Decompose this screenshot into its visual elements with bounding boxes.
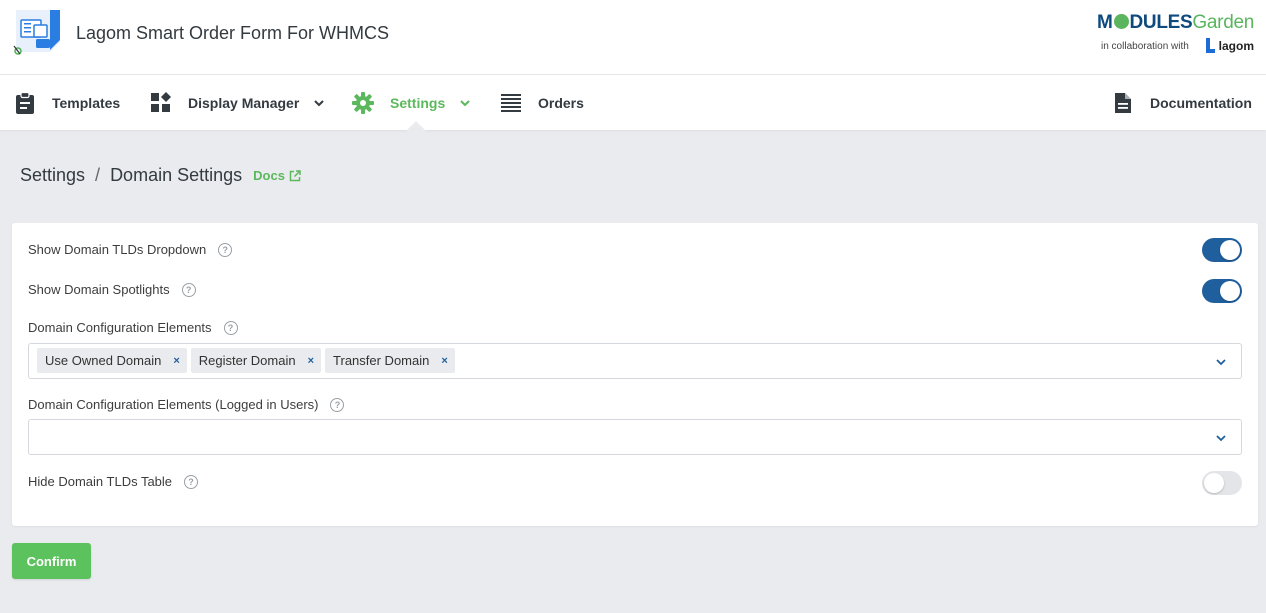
app-logo-icon (12, 10, 62, 60)
brand-m: M (1096, 12, 1113, 33)
show-spotlights-toggle[interactable] (1202, 279, 1242, 303)
brand-garden: Garden (1192, 12, 1254, 33)
config-elements-logged-label: Domain Configuration Elements (Logged in… (28, 397, 319, 412)
hide-tlds-table-toggle[interactable] (1202, 471, 1242, 495)
remove-tag-icon[interactable]: × (173, 355, 179, 367)
brand-collab-text: in collaboration with (1101, 41, 1189, 52)
config-elements-row: Domain Configuration Elements ? (28, 320, 238, 335)
breadcrumb-separator: / (95, 165, 101, 185)
hide-tlds-table-row: Hide Domain TLDs Table ? (28, 474, 199, 489)
tag-use-owned-domain: Use Owned Domain × (37, 348, 187, 373)
breadcrumb: Settings / Domain Settings Docs (20, 165, 301, 186)
chevron-down-icon (313, 97, 325, 109)
chevron-down-icon (459, 97, 471, 109)
app-header: Lagom Smart Order Form For WHMCS M DULESG… (0, 0, 1266, 75)
brand-wordmark: M DULESGarden (1097, 12, 1254, 34)
help-icon[interactable]: ? (181, 282, 196, 297)
document-icon (1112, 92, 1134, 114)
modulesgarden-logo: M DULESGarden in collaboration with lagom (1097, 12, 1256, 58)
page-title: Domain Settings (110, 165, 243, 185)
nav-display-manager-label: Display Manager (188, 94, 300, 111)
docs-link[interactable]: Docs (253, 168, 301, 183)
widgets-icon (150, 91, 172, 114)
clipboard-icon (14, 91, 36, 114)
tag-label: Transfer Domain (333, 353, 430, 368)
nav-display-manager[interactable]: Display Manager (150, 75, 325, 130)
chevron-down-icon (1216, 359, 1226, 366)
tag-label: Use Owned Domain (45, 353, 162, 368)
help-icon[interactable]: ? (223, 320, 238, 335)
lagom-logo: lagom (1205, 38, 1254, 53)
show-tlds-dropdown-row: Show Domain TLDs Dropdown ? (28, 242, 233, 257)
external-link-icon (289, 169, 301, 181)
show-tlds-dropdown-toggle[interactable] (1202, 238, 1242, 262)
breadcrumb-parent[interactable]: Settings (20, 165, 85, 186)
nav-documentation[interactable]: Documentation (1112, 75, 1252, 130)
config-elements-select[interactable]: Use Owned Domain × Register Domain × Tra… (28, 343, 1242, 379)
globe-icon (1113, 14, 1129, 29)
config-elements-label: Domain Configuration Elements (28, 320, 212, 335)
hide-tlds-table-label: Hide Domain TLDs Table (28, 474, 173, 489)
nav-settings[interactable]: Settings (352, 75, 471, 130)
lagom-mark-icon (1205, 38, 1215, 53)
list-icon (500, 92, 522, 114)
nav-orders-label: Orders (538, 94, 584, 111)
nav-templates[interactable]: Templates (14, 75, 120, 130)
nav-documentation-label: Documentation (1150, 94, 1252, 111)
tag-register-domain: Register Domain × (190, 348, 322, 373)
nav-templates-label: Templates (52, 94, 121, 111)
selected-tags: Use Owned Domain × Register Domain × Tra… (37, 348, 455, 373)
toggle-knob (1220, 240, 1240, 260)
toggle-knob (1204, 473, 1224, 493)
nav-settings-label: Settings (390, 94, 446, 111)
lagom-text: lagom (1218, 39, 1254, 53)
brand-dules: DULES (1129, 12, 1193, 33)
show-tlds-dropdown-label: Show Domain TLDs Dropdown (28, 242, 207, 257)
domain-settings-card: Show Domain TLDs Dropdown ? Show Domain … (12, 223, 1258, 526)
app-title: Lagom Smart Order Form For WHMCS (76, 23, 390, 43)
show-spotlights-label: Show Domain Spotlights (28, 282, 170, 297)
tag-label: Register Domain (198, 353, 296, 368)
docs-link-label: Docs (253, 168, 285, 183)
help-icon[interactable]: ? (184, 474, 199, 489)
gear-icon (352, 91, 374, 114)
config-elements-logged-row: Domain Configuration Elements (Logged in… (28, 397, 345, 412)
chevron-down-icon (1216, 435, 1226, 442)
help-icon[interactable]: ? (218, 242, 233, 257)
config-elements-logged-select[interactable] (28, 419, 1242, 455)
confirm-button[interactable]: Confirm (12, 543, 91, 579)
nav-orders[interactable]: Orders (500, 75, 584, 130)
tag-transfer-domain: Transfer Domain × (325, 348, 455, 373)
remove-tag-icon[interactable]: × (441, 355, 447, 367)
help-icon[interactable]: ? (330, 397, 345, 412)
toggle-knob (1220, 281, 1240, 301)
remove-tag-icon[interactable]: × (308, 355, 314, 367)
main-nav: Templates Display Manager Settings Order… (0, 75, 1266, 130)
show-spotlights-row: Show Domain Spotlights ? (28, 282, 196, 297)
